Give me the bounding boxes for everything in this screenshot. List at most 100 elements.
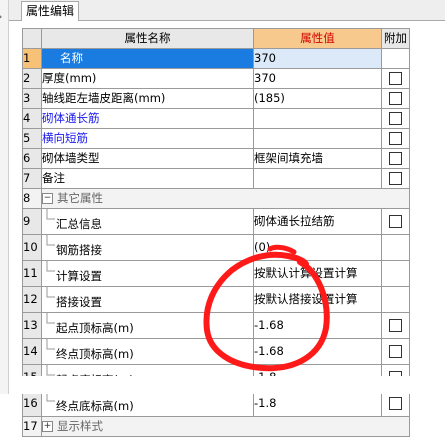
row-number[interactable]: 14 [22, 338, 42, 365]
group-row[interactable]: 8− 其它属性 [22, 188, 410, 209]
row-number[interactable]: 2 [22, 68, 42, 89]
column-header-name[interactable]: 属性名称 [41, 28, 254, 49]
property-value-cell[interactable]: 按默认计算设置计算 [253, 260, 382, 287]
attach-cell[interactable] [381, 168, 410, 189]
property-name-cell[interactable]: 终点底标高(m) [41, 390, 254, 417]
property-name-label: 汇总信息 [56, 217, 102, 231]
attach-checkbox[interactable] [389, 92, 402, 105]
row-number[interactable]: 8 [22, 188, 42, 209]
attach-cell[interactable] [381, 390, 410, 417]
column-header-extra[interactable]: 附加 [381, 28, 410, 49]
property-value-cell[interactable]: -1.68 [253, 338, 382, 365]
row-number[interactable]: 9 [22, 208, 42, 235]
row-number[interactable]: 6 [22, 148, 42, 169]
row-number[interactable]: 4 [22, 108, 42, 129]
property-name-cell[interactable]: 汇总信息 [41, 208, 254, 235]
table-row[interactable]: 10 钢筋搭接 (0) [22, 234, 410, 261]
property-value-cell[interactable]: 370 [253, 68, 382, 89]
property-name-label: 备注 [42, 171, 66, 185]
column-header-value[interactable]: 属性值 [253, 28, 382, 49]
property-value-cell[interactable]: (185) [253, 88, 382, 109]
property-name-cell[interactable]: 横向短筋 [41, 128, 254, 149]
table-row[interactable]: 2 厚度(mm) 370 [22, 68, 410, 89]
row-number[interactable]: 17 [22, 416, 42, 437]
property-name-cell[interactable]: 钢筋搭接 [41, 234, 254, 261]
property-value-cell[interactable]: 按默认搭接设置计算 [253, 286, 382, 313]
chevron-right-icon[interactable]: › [0, 10, 2, 23]
property-name-cell[interactable]: 计算设置 [41, 260, 254, 287]
property-name-cell[interactable]: 终点顶标高(m) [41, 338, 254, 365]
row-number[interactable]: 3 [22, 88, 42, 109]
property-name-cell[interactable]: 砌体墙类型 [41, 148, 254, 169]
property-name-cell[interactable]: 名称 [41, 48, 254, 69]
attach-checkbox[interactable] [389, 397, 402, 410]
attach-cell[interactable] [381, 148, 410, 169]
attach-checkbox[interactable] [389, 112, 402, 125]
property-value-cell[interactable]: 370 [253, 48, 382, 69]
table-row[interactable]: 9 汇总信息 砌体通长拉结筋 [22, 208, 410, 235]
attach-checkbox[interactable] [389, 319, 402, 332]
table-row[interactable]: 3 轴线距左墙皮距离(mm) (185) [22, 88, 410, 109]
tree-line-icon [43, 339, 57, 364]
row-number[interactable]: 12 [22, 286, 42, 313]
property-value-cell[interactable]: (0) [253, 234, 382, 261]
table-row[interactable]: 4 砌体通长筋 [22, 108, 410, 129]
attach-cell[interactable] [381, 88, 410, 109]
property-value-cell[interactable] [253, 108, 382, 129]
table-row[interactable]: 7 备注 [22, 168, 410, 189]
row-number[interactable]: 16 [22, 390, 42, 417]
group-row[interactable]: 17 + 显示样式 [22, 416, 410, 437]
property-value-cell[interactable]: -1.68 [253, 312, 382, 339]
table-row[interactable]: 6 砌体墙类型 框架间填充墙 [22, 148, 410, 169]
group-header-cell[interactable]: + 显示样式 [41, 416, 410, 437]
side-panel-handle[interactable]: › [0, 0, 9, 394]
table-row[interactable]: 12 搭接设置 按默认搭接设置计算 [22, 286, 410, 313]
property-name-cell[interactable]: 轴线距左墙皮距离(mm) [41, 88, 254, 109]
table-row[interactable]: 14 终点顶标高(m) -1.68 [22, 338, 410, 365]
row-number[interactable]: 11 [22, 260, 42, 287]
group-label: 显示样式 [57, 419, 103, 433]
table-row[interactable]: 16 终点底标高(m) -1.8 [22, 390, 410, 417]
attach-cell[interactable] [381, 68, 410, 89]
table-row[interactable]: 1 名称 370 [22, 48, 410, 69]
attach-checkbox[interactable] [389, 72, 402, 85]
group-header-cell[interactable]: − 其它属性 [41, 188, 410, 209]
row-number[interactable]: 5 [22, 128, 42, 149]
row-number[interactable]: 1 [22, 48, 42, 69]
property-name-cell[interactable]: 备注 [41, 168, 254, 189]
attach-checkbox[interactable] [389, 345, 402, 358]
row-number[interactable]: 10 [22, 234, 42, 261]
row-number[interactable]: 13 [22, 312, 42, 339]
property-value-cell[interactable] [253, 168, 382, 189]
table-row[interactable]: 5 横向短筋 [22, 128, 410, 149]
property-name-cell[interactable]: 搭接设置 [41, 286, 254, 313]
attach-cell[interactable] [381, 128, 410, 149]
attach-cell[interactable] [381, 312, 410, 339]
table-row[interactable]: 11 计算设置 按默认计算设置计算 [22, 260, 410, 287]
table-row[interactable]: 13 起点顶标高(m) -1.68 [22, 312, 410, 339]
corner-cell[interactable] [22, 28, 42, 49]
property-name-label: 钢筋搭接 [56, 243, 102, 257]
attach-cell[interactable] [381, 208, 410, 235]
property-name-cell[interactable]: 厚度(mm) [41, 68, 254, 89]
attach-checkbox[interactable] [389, 132, 402, 145]
tab-property-edit[interactable]: 属性编辑 [21, 1, 79, 21]
tab-bar: 属性编辑 [9, 0, 445, 21]
attach-cell[interactable] [381, 338, 410, 365]
header-row: 属性名称 属性值 附加 [22, 28, 410, 49]
row-number[interactable]: 7 [22, 168, 42, 189]
expand-icon[interactable]: + [42, 421, 53, 432]
collapse-icon[interactable]: − [42, 193, 53, 204]
property-value-cell[interactable] [253, 128, 382, 149]
property-value-cell[interactable]: -1.8 [253, 390, 382, 417]
attach-checkbox[interactable] [389, 152, 402, 165]
property-name-cell[interactable]: 砌体通长筋 [41, 108, 254, 129]
attach-cell[interactable] [381, 108, 410, 129]
attach-checkbox[interactable] [389, 172, 402, 185]
attach-checkbox[interactable] [389, 215, 402, 228]
tree-line-icon [43, 209, 57, 234]
property-value-cell[interactable]: 框架间填充墙 [253, 148, 382, 169]
tree-line-icon [43, 313, 57, 338]
property-name-cell[interactable]: 起点顶标高(m) [41, 312, 254, 339]
property-value-cell[interactable]: 砌体通长拉结筋 [253, 208, 382, 235]
